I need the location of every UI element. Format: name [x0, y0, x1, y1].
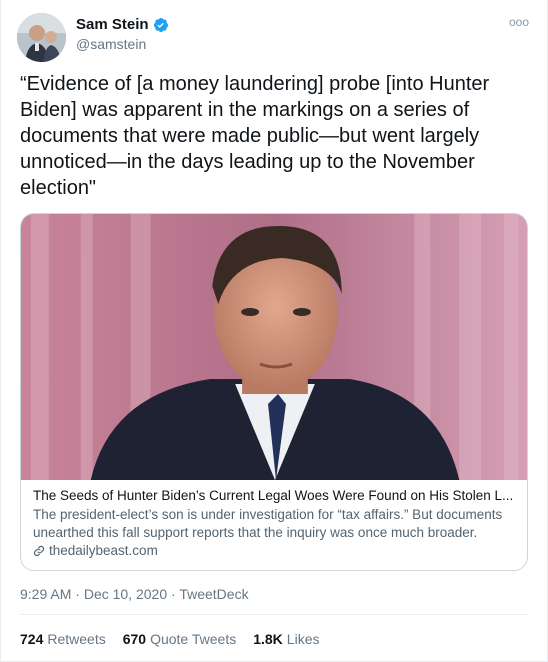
- author-name-row[interactable]: Sam Stein: [76, 16, 169, 33]
- avatar-photo: [17, 13, 66, 62]
- card-description: The president-elect’s son is under inves…: [33, 507, 503, 540]
- tweet: Sam Stein @samstein ooo “Evidence of [a …: [0, 0, 548, 662]
- card-title[interactable]: The Seeds of Hunter Biden’s Current Lega…: [33, 486, 515, 505]
- author-handle[interactable]: @samstein: [76, 36, 146, 52]
- display-name[interactable]: Sam Stein: [76, 16, 149, 33]
- likes-label: Likes: [286, 631, 320, 647]
- likes-count: 1.8K: [253, 631, 283, 647]
- verified-badge-icon: [153, 17, 169, 33]
- meta-separator: ·: [75, 586, 80, 602]
- avatar[interactable]: [17, 13, 66, 62]
- divider: [20, 614, 529, 615]
- tweet-text: “Evidence of [a money laundering] probe …: [20, 73, 490, 199]
- meta-separator: ·: [171, 586, 176, 602]
- engagement-stats: 724 Retweets 670 Quote Tweets 1.8K Likes: [20, 631, 319, 647]
- retweets-label: Retweets: [47, 631, 106, 647]
- likes-stat[interactable]: 1.8K Likes: [253, 631, 319, 647]
- card-image: [21, 214, 527, 480]
- quote-tweets-label: Quote Tweets: [150, 631, 237, 647]
- tweet-time[interactable]: 9:29 AM: [20, 586, 71, 602]
- retweets-count: 724: [20, 631, 44, 647]
- card-domain: thedailybeast.com: [49, 543, 158, 558]
- retweets-stat[interactable]: 724 Retweets: [20, 631, 106, 647]
- quote-tweets-count: 670: [122, 631, 147, 647]
- link-icon: [33, 545, 45, 557]
- tweet-date[interactable]: Dec 10, 2020: [84, 586, 167, 602]
- tweet-meta: 9:29 AM · Dec 10, 2020 · TweetDeck: [20, 586, 249, 602]
- more-options-icon[interactable]: ooo: [509, 15, 529, 29]
- quote-tweets-stat[interactable]: 670 Quote Tweets: [123, 631, 237, 647]
- card-domain-row[interactable]: thedailybeast.com: [33, 543, 515, 558]
- link-card[interactable]: The Seeds of Hunter Biden’s Current Lega…: [20, 213, 528, 571]
- tweet-source[interactable]: TweetDeck: [179, 586, 248, 602]
